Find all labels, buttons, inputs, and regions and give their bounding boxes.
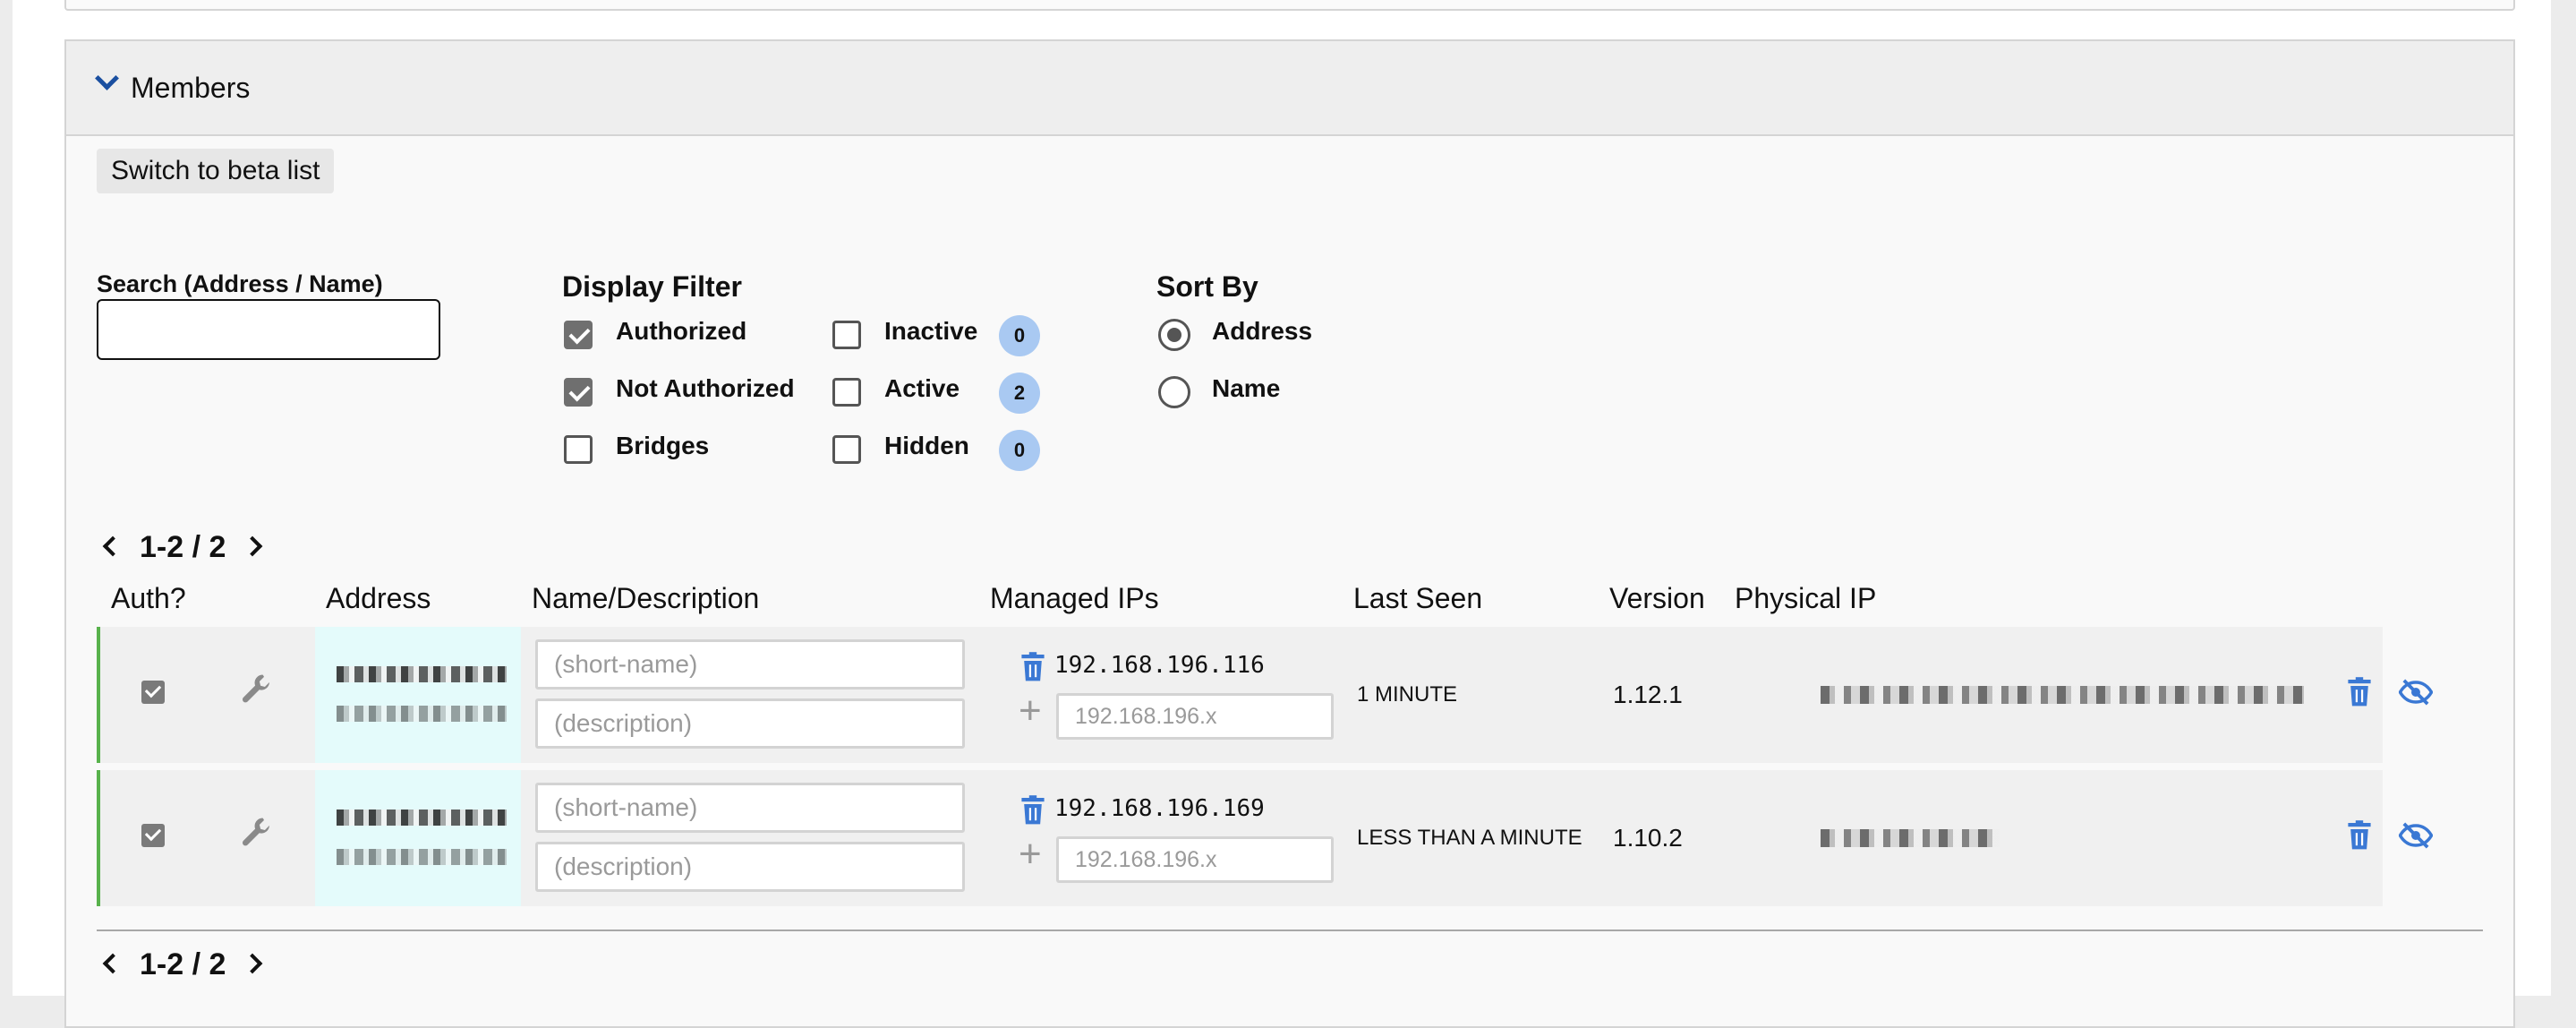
- chevron-right-icon[interactable]: [242, 953, 263, 974]
- chevron-right-icon[interactable]: [242, 535, 263, 557]
- hidden-count-badge: 0: [999, 430, 1040, 471]
- version-value: 1.12.1: [1613, 681, 1683, 708]
- panel-title: Members: [131, 72, 251, 104]
- eye-slash-icon[interactable]: [2399, 822, 2433, 849]
- address-redacted: [337, 849, 507, 865]
- plus-icon[interactable]: +: [1019, 835, 1042, 874]
- trash-icon[interactable]: [1020, 652, 1045, 682]
- column-header-auth: Auth?: [111, 582, 186, 614]
- wrench-icon[interactable]: [240, 672, 272, 707]
- members-panel: Members Switch to beta list Search (Addr…: [64, 39, 2515, 1028]
- sort-by-title: Sort By: [1156, 270, 1258, 303]
- short-name-input[interactable]: [535, 783, 965, 833]
- column-header-name[interactable]: Name/Description: [532, 582, 759, 615]
- not-authorized-label: Not Authorized: [616, 374, 795, 402]
- table-divider: [97, 929, 2483, 931]
- address-cell[interactable]: [315, 770, 521, 906]
- sort-address-label: Address: [1212, 317, 1313, 345]
- auth-checkbox[interactable]: [141, 681, 165, 704]
- inactive-count-badge: 0: [999, 315, 1040, 356]
- bridges-checkbox[interactable]: [564, 435, 593, 464]
- search-label: Search (Address / Name): [97, 270, 383, 297]
- active-label: Active: [884, 374, 960, 402]
- managed-ip: 192.168.196.116: [1054, 652, 1265, 679]
- member-row: 192.168.196.169 + LESS THAN A MINUTE 1.1…: [97, 770, 2433, 906]
- description-input[interactable]: [535, 842, 965, 892]
- new-ip-input[interactable]: [1056, 693, 1334, 740]
- wrench-icon[interactable]: [240, 815, 272, 851]
- physical-ip-redacted: [1821, 829, 2000, 847]
- members-panel-header[interactable]: Members: [66, 41, 2513, 136]
- last-seen-value: 1 MINUTE: [1357, 682, 1458, 707]
- column-header-address[interactable]: Address: [326, 582, 431, 615]
- hidden-label: Hidden: [884, 432, 969, 459]
- address-cell[interactable]: [315, 627, 521, 763]
- plus-icon[interactable]: +: [1019, 691, 1042, 731]
- inactive-label: Inactive: [884, 317, 978, 345]
- pager-bottom: 1-2 / 2: [140, 947, 226, 981]
- member-row: 192.168.196.116 + 1 MINUTE 1.12.1: [97, 627, 2433, 763]
- column-header-physical-ip: Physical IP: [1735, 582, 1877, 614]
- auth-checkbox[interactable]: [141, 824, 165, 847]
- authorized-checkbox[interactable]: [564, 321, 593, 349]
- chevron-left-icon[interactable]: [102, 535, 124, 557]
- active-checkbox[interactable]: [832, 378, 861, 407]
- column-header-managed-ips: Managed IPs: [990, 582, 1159, 614]
- new-ip-input[interactable]: [1056, 836, 1334, 883]
- switch-to-beta-button[interactable]: Switch to beta list: [97, 149, 335, 193]
- previous-panel: [64, 0, 2515, 11]
- active-count-badge: 2: [999, 373, 1040, 414]
- address-redacted: [337, 706, 507, 722]
- chevron-left-icon[interactable]: [102, 953, 124, 974]
- managed-ip: 192.168.196.169: [1054, 795, 1265, 822]
- hidden-checkbox[interactable]: [832, 435, 861, 464]
- address-redacted: [337, 666, 507, 682]
- column-header-last-seen: Last Seen: [1353, 582, 1483, 614]
- authorized-label: Authorized: [616, 317, 747, 345]
- eye-slash-icon[interactable]: [2399, 679, 2433, 706]
- column-header-version: Version: [1609, 582, 1705, 614]
- display-filter-title: Display Filter: [562, 270, 742, 303]
- last-seen-value: LESS THAN A MINUTE: [1357, 826, 1582, 850]
- physical-ip-redacted: [1821, 686, 2304, 704]
- chevron-down-icon[interactable]: [95, 66, 119, 90]
- sort-name-label: Name: [1212, 374, 1281, 402]
- trash-icon[interactable]: [1020, 795, 1045, 826]
- sort-name-radio[interactable]: [1158, 376, 1190, 408]
- pager-top: 1-2 / 2: [140, 530, 226, 564]
- trash-icon[interactable]: [2347, 820, 2372, 851]
- not-authorized-checkbox[interactable]: [564, 378, 593, 407]
- trash-icon[interactable]: [2347, 677, 2372, 707]
- inactive-checkbox[interactable]: [832, 321, 861, 349]
- sort-address-radio[interactable]: [1158, 319, 1190, 351]
- address-redacted: [337, 810, 507, 826]
- description-input[interactable]: [535, 698, 965, 749]
- bridges-label: Bridges: [616, 432, 710, 459]
- short-name-input[interactable]: [535, 639, 965, 690]
- search-input[interactable]: [97, 299, 440, 360]
- version-value: 1.10.2: [1613, 824, 1683, 852]
